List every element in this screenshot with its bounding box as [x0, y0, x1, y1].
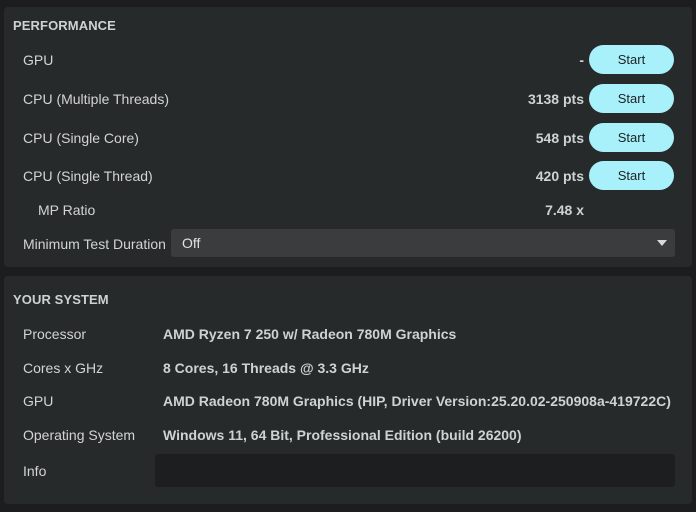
min-duration-dropdown[interactable]: Off — [171, 229, 675, 257]
cores-label: Cores x GHz — [23, 360, 104, 376]
processor-value: AMD Ryzen 7 250 w/ Radeon 780M Graphics — [163, 326, 457, 342]
cpu-single-thread-start-button[interactable]: Start — [589, 161, 674, 190]
performance-title: PERFORMANCE — [13, 18, 116, 33]
min-duration-value: Off — [182, 235, 201, 251]
system-panel: YOUR SYSTEM Processor AMD Ryzen 7 250 w/… — [4, 276, 692, 504]
system-title: YOUR SYSTEM — [13, 292, 109, 307]
cpu-single-core-score: 548 pts — [535, 130, 584, 146]
cpu-single-core-label: CPU (Single Core) — [23, 130, 139, 146]
os-value: Windows 11, 64 Bit, Professional Edition… — [163, 427, 522, 443]
os-label: Operating System — [23, 427, 136, 443]
mp-ratio-label: MP Ratio — [38, 202, 96, 218]
info-field[interactable] — [155, 454, 675, 487]
gpu-score: - — [579, 52, 584, 68]
system-gpu-value: AMD Radeon 780M Graphics (HIP, Driver Ve… — [163, 393, 671, 409]
cores-value: 8 Cores, 16 Threads @ 3.3 GHz — [163, 360, 369, 376]
system-gpu-label: GPU — [23, 393, 54, 409]
cpu-single-thread-score: 420 pts — [535, 168, 584, 184]
cpu-single-thread-label: CPU (Single Thread) — [23, 168, 153, 184]
cpu-single-core-start-button[interactable]: Start — [589, 123, 674, 152]
cpu-multi-score: 3138 pts — [527, 91, 584, 107]
info-label: Info — [23, 463, 47, 479]
processor-label: Processor — [23, 326, 87, 342]
cpu-multi-start-button[interactable]: Start — [589, 84, 674, 113]
cpu-multi-label: CPU (Multiple Threads) — [23, 91, 170, 107]
min-duration-label: Minimum Test Duration — [23, 236, 166, 252]
chevron-down-icon — [657, 240, 667, 246]
gpu-start-button[interactable]: Start — [589, 45, 674, 74]
mp-ratio-value: 7.48 x — [545, 202, 584, 218]
performance-panel: PERFORMANCE GPU - Start CPU (Multiple Th… — [4, 7, 692, 267]
gpu-label: GPU — [23, 52, 54, 68]
